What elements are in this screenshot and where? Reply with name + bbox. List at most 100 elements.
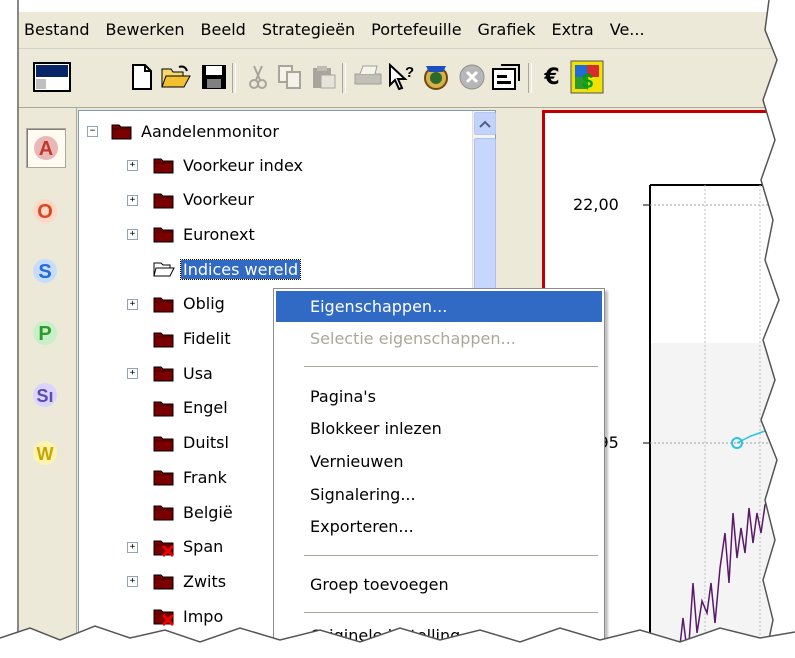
module-s-icon[interactable]: S — [26, 252, 64, 290]
menu-item-blokkeer-inlezen[interactable]: Blokkeer inlezen — [276, 413, 602, 444]
tree-node-label: Span — [183, 537, 224, 557]
tree-node-label: Indices wereld — [179, 258, 302, 280]
menu-beeld[interactable]: Beeld — [193, 12, 254, 48]
torn-bottom-edge — [0, 625, 795, 658]
chevron-up-icon — [479, 120, 491, 128]
tree-node[interactable]: + Oblig — [127, 290, 225, 318]
wizard-icon[interactable] — [420, 61, 452, 93]
folder-icon — [111, 122, 133, 140]
tree-node-label: Duitsl — [183, 433, 229, 453]
menu-item-exporteren[interactable]: Exporteren... — [276, 511, 602, 542]
paste-icon[interactable] — [308, 61, 340, 93]
menu-separator — [304, 366, 598, 367]
euro-icon[interactable]: € — [536, 61, 568, 93]
help-pointer-icon[interactable]: ? — [386, 61, 418, 93]
expand-icon[interactable]: + — [127, 160, 138, 171]
tree-node[interactable]: Indices wereld — [127, 255, 302, 283]
menu-separator — [304, 555, 598, 556]
tree-node[interactable]: Duitsl — [127, 429, 229, 457]
svg-text:P: P — [38, 323, 51, 345]
save-icon[interactable] — [198, 61, 230, 93]
y-axis-label-top: 22,00 — [573, 195, 619, 214]
folder-icon — [153, 225, 175, 243]
properties-icon[interactable] — [490, 61, 522, 93]
print-icon[interactable] — [352, 61, 384, 93]
menu-extra[interactable]: Extra — [544, 12, 602, 48]
tree-node[interactable]: + Voorkeur — [127, 186, 254, 214]
tree-node-label: Fidelit — [183, 329, 231, 348]
expand-icon[interactable]: + — [127, 576, 138, 588]
folder-icon — [153, 468, 175, 486]
menu-venster[interactable]: Ve... — [602, 12, 653, 48]
folder-icon — [153, 572, 175, 590]
svg-text:O: O — [37, 201, 53, 223]
tree-node[interactable]: Frank — [127, 463, 227, 491]
folder-icon — [153, 434, 175, 452]
menu-strategieen[interactable]: Strategieën — [254, 12, 363, 48]
currency-icon[interactable]: $ — [570, 60, 604, 94]
svg-text:S: S — [38, 261, 51, 283]
tree-node-label: Aandelenmonitor — [141, 121, 279, 141]
tree-node-label: Oblig — [183, 294, 225, 314]
torn-right-edge — [760, 0, 795, 658]
tree-node[interactable]: Fidelit — [127, 325, 231, 353]
new-document-icon[interactable] — [126, 61, 158, 93]
menu-item-vernieuwen[interactable]: Vernieuwen — [276, 446, 602, 477]
copy-icon[interactable] — [274, 61, 306, 93]
expand-icon[interactable]: + — [127, 541, 138, 553]
module-a-icon[interactable]: A — [26, 128, 66, 168]
tree-node-label: Voorkeur — [183, 190, 255, 210]
menu-bewerken[interactable]: Bewerken — [98, 12, 193, 48]
expand-icon[interactable]: + — [127, 368, 138, 380]
folder-icon — [153, 191, 175, 209]
menu-portefeuille[interactable]: Portefeuille — [363, 12, 469, 48]
layout-icon[interactable] — [32, 61, 72, 93]
module-o-icon[interactable]: O — [26, 192, 64, 230]
module-toolbar: A O S P Sı W — [18, 108, 77, 658]
folder-icon — [153, 364, 175, 382]
menu-item-selectie-eigenschappen: Selectie eigenschappen... — [310, 329, 516, 348]
folder-icon — [153, 503, 175, 521]
menu-item-paginas[interactable]: Pagina's — [276, 381, 602, 412]
svg-text:?: ? — [405, 64, 414, 81]
expand-icon[interactable]: + — [127, 194, 138, 206]
menu-bar: Bestand Bewerken Beeld Strategieën Porte… — [18, 12, 788, 49]
expand-icon[interactable]: + — [127, 298, 138, 310]
menu-grafiek[interactable]: Grafiek — [470, 12, 544, 48]
tree-node-label: Voorkeur index — [183, 155, 303, 175]
context-menu: Eigenschappen... Selectie eigenschappen.… — [273, 288, 605, 658]
svg-text:W: W — [37, 444, 54, 464]
module-w-icon[interactable]: W — [26, 434, 64, 472]
scroll-up-button[interactable] — [474, 112, 496, 135]
tree-node[interactable]: + Span — [127, 533, 223, 561]
module-a-letter: A — [39, 138, 53, 160]
open-folder-icon[interactable] — [160, 61, 192, 93]
tree-node[interactable]: + Voorkeur index — [127, 151, 303, 179]
tree-node[interactable]: + Usa — [127, 359, 213, 387]
menu-item-signalering[interactable]: Signalering... — [276, 479, 602, 510]
application-window: Bestand Bewerken Beeld Strategieën Porte… — [18, 12, 788, 658]
tree-node[interactable]: Engel — [127, 394, 228, 422]
tree-node-label: Belgiё — [183, 502, 233, 522]
module-p-icon[interactable]: P — [26, 314, 64, 352]
menu-separator — [304, 612, 598, 613]
folder-icon — [153, 399, 175, 417]
cut-icon[interactable] — [242, 61, 274, 93]
menu-bestand[interactable]: Bestand — [18, 12, 98, 48]
tree-node[interactable]: + Zwits — [127, 567, 226, 595]
tree-node-root[interactable]: − Aandelenmonitor — [87, 117, 279, 145]
menu-item-eigenschappen[interactable]: Eigenschappen... — [276, 291, 602, 322]
module-si-icon[interactable]: Sı — [26, 376, 64, 414]
tree-node[interactable]: + Euronext — [127, 220, 255, 248]
folder-error-icon — [153, 538, 175, 557]
stop-icon[interactable] — [456, 61, 488, 93]
tree-node-label: Zwits — [183, 571, 227, 591]
tree-node[interactable]: Belgiё — [127, 498, 233, 526]
folder-icon — [153, 330, 175, 348]
tree-node-label: Euronext — [183, 224, 255, 244]
expand-icon[interactable]: + — [127, 229, 138, 241]
collapse-icon[interactable]: − — [87, 126, 98, 137]
menu-item-groep-toevoegen[interactable]: Groep toevoegen — [276, 569, 602, 600]
tree-node-label: Usa — [183, 363, 213, 383]
open-folder-icon — [153, 260, 175, 278]
